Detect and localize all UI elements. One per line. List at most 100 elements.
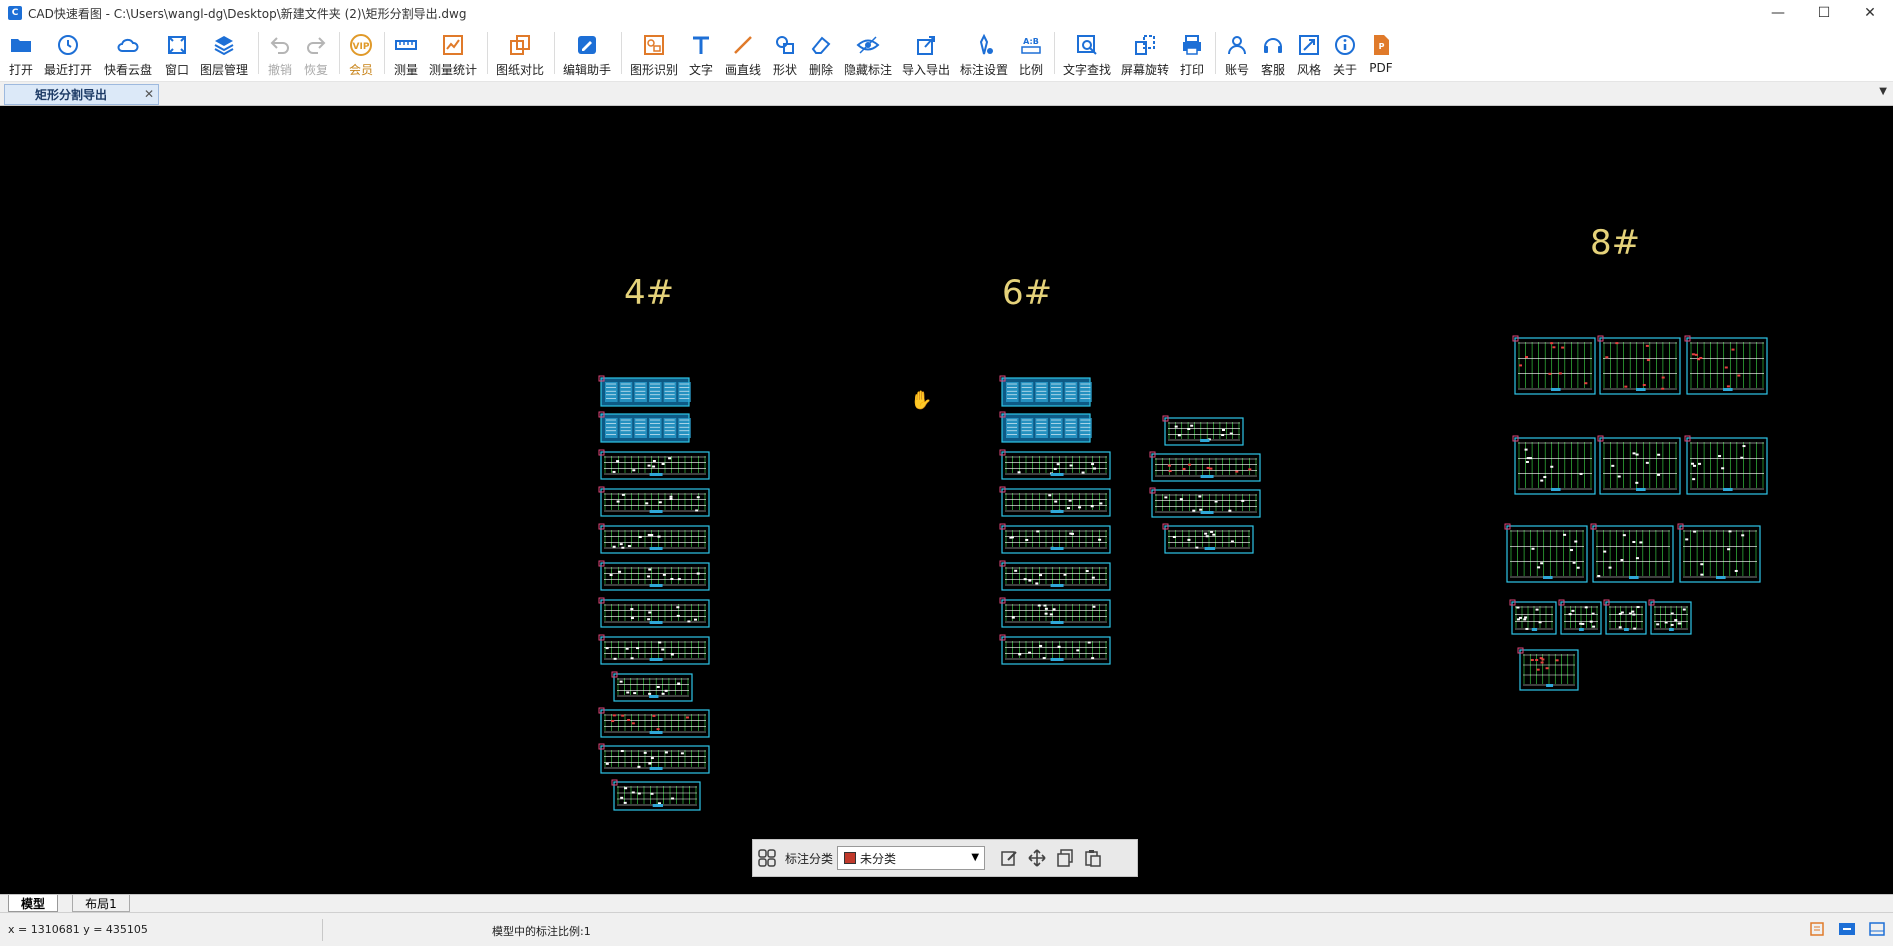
- drawing-sheet[interactable]: [1603, 599, 1647, 635]
- toolbar-annotation-settings-button[interactable]: 标注设置: [958, 26, 1010, 80]
- toolbar-cloud-button[interactable]: 快看云盘: [100, 26, 156, 80]
- drawing-sheet[interactable]: [598, 523, 710, 554]
- toolbar-stats-button[interactable]: 测量统计: [427, 26, 479, 80]
- layout-view-icon[interactable]: [1869, 921, 1885, 937]
- drawing-sheet[interactable]: [598, 411, 691, 443]
- drawing-sheet[interactable]: [1512, 335, 1596, 395]
- drawing-sheet[interactable]: [1149, 487, 1261, 518]
- drawing-sheet[interactable]: [1162, 415, 1244, 446]
- drawing-sheet[interactable]: [999, 523, 1111, 554]
- toolbar-clock-button[interactable]: 最近打开: [42, 26, 94, 80]
- toolbar-eraser-button[interactable]: 删除: [806, 26, 836, 80]
- drawing-sheet[interactable]: [1677, 523, 1761, 583]
- printer-icon: [1179, 32, 1205, 58]
- tab-model[interactable]: 模型: [8, 895, 58, 912]
- toolbar-pdf-button[interactable]: P PDF: [1366, 26, 1396, 80]
- toolbar-scale-button[interactable]: A:B 比例: [1016, 26, 1046, 80]
- minimize-button[interactable]: —: [1755, 0, 1801, 26]
- drawing-sheet[interactable]: [999, 597, 1111, 628]
- toolbar-label: 测量: [393, 63, 418, 77]
- annotation-category-select[interactable]: 未分类 ▼: [837, 846, 986, 870]
- toolbar-folder-button[interactable]: 打开: [6, 26, 36, 80]
- toolbar-style-button[interactable]: 风格: [1294, 26, 1324, 80]
- note-icon[interactable]: [1809, 921, 1825, 937]
- pdf-convert-icon[interactable]: [1839, 921, 1855, 937]
- document-tab[interactable]: 矩形分割导出 ✕: [4, 84, 159, 105]
- toolbar-eye-button[interactable]: 隐藏标注: [842, 26, 894, 80]
- drawing-sheet[interactable]: [1558, 599, 1602, 635]
- toolbar-label: 快看云盘: [103, 63, 152, 77]
- toolbar-shape-recognize-button[interactable]: 图形识别: [628, 26, 680, 80]
- toolbar-compare-button[interactable]: 图纸对比: [494, 26, 546, 80]
- drawing-sheet[interactable]: [1684, 335, 1768, 395]
- cloud-icon: [115, 32, 141, 58]
- drawing-sheet[interactable]: [1149, 451, 1261, 482]
- toolbar-printer-button[interactable]: 打印: [1177, 26, 1207, 80]
- toolbar-label: 文字: [688, 63, 713, 77]
- drawing-sheet[interactable]: [598, 597, 710, 628]
- drawing-sheet[interactable]: [1517, 647, 1579, 691]
- drawing-sheet[interactable]: [598, 743, 710, 774]
- move-icon[interactable]: [1023, 843, 1051, 873]
- toolbar-label: 最近打开: [43, 63, 92, 77]
- drawing-sheet[interactable]: [1597, 435, 1681, 495]
- toolbar-ruler-button[interactable]: 测量: [391, 26, 421, 80]
- toolbar-info-button[interactable]: 关于: [1330, 26, 1360, 80]
- grid-view-icon[interactable]: [753, 843, 781, 873]
- drawing-sheet[interactable]: [1684, 435, 1768, 495]
- category-selected-value: 未分类: [860, 851, 897, 866]
- stats-icon: [440, 32, 466, 58]
- drawing-sheet[interactable]: [999, 486, 1111, 517]
- toolbar-text-button[interactable]: 文字: [686, 26, 716, 80]
- tab-layout1[interactable]: 布局1: [72, 895, 130, 912]
- close-button[interactable]: ✕: [1847, 0, 1893, 26]
- toolbar-label: 测量统计: [428, 63, 477, 77]
- toolbar-user-button[interactable]: 账号: [1222, 26, 1252, 80]
- maximize-button[interactable]: ☐: [1801, 0, 1847, 26]
- toolbar-line-button[interactable]: 画直线: [722, 26, 764, 80]
- drawing-sheet[interactable]: [1504, 523, 1588, 583]
- tab-close-icon[interactable]: ✕: [144, 87, 154, 101]
- toolbar-text-search-button[interactable]: 文字查找: [1061, 26, 1113, 80]
- toolbar-redo-button[interactable]: 恢复: [301, 26, 331, 80]
- toolbar-rotate-button[interactable]: 屏幕旋转: [1119, 26, 1171, 80]
- toolbar-undo-button[interactable]: 撤销: [265, 26, 295, 80]
- annotation-settings-icon: [971, 32, 997, 58]
- drawing-sheet[interactable]: [1590, 523, 1674, 583]
- drawing-sheet[interactable]: [999, 560, 1111, 591]
- toolbar-label: 屏幕旋转: [1120, 63, 1169, 77]
- tab-list-dropdown-icon[interactable]: ▼: [1879, 86, 1887, 97]
- drawing-sheet[interactable]: [999, 634, 1111, 665]
- toolbar-headset-button[interactable]: 客服: [1258, 26, 1288, 80]
- toolbar-import-export-button[interactable]: 导入导出: [900, 26, 952, 80]
- category-color-swatch: [844, 852, 857, 864]
- drawing-sheet[interactable]: [598, 560, 710, 591]
- toolbar-shapes-button[interactable]: 形状: [770, 26, 800, 80]
- drawing-sheet[interactable]: [1648, 599, 1692, 635]
- copy-icon[interactable]: [1051, 843, 1079, 873]
- drawing-sheet[interactable]: [1509, 599, 1557, 635]
- drawing-canvas[interactable]: 4# 6# 8# ✋: [0, 106, 1893, 894]
- toolbar-label: 风格: [1296, 63, 1321, 77]
- toolbar-edit-assistant-button[interactable]: 编辑助手: [561, 26, 613, 80]
- drawing-sheet[interactable]: [611, 779, 701, 811]
- paste-icon[interactable]: [1079, 843, 1107, 873]
- edit-annotation-icon[interactable]: [995, 843, 1023, 873]
- drawing-sheet[interactable]: [598, 375, 691, 407]
- drawing-sheet[interactable]: [999, 411, 1092, 443]
- eye-icon: [855, 32, 881, 58]
- drawing-sheet[interactable]: [598, 449, 710, 480]
- drawing-sheet[interactable]: [598, 486, 710, 517]
- drawing-sheet[interactable]: [598, 634, 710, 665]
- drawing-sheet[interactable]: [1162, 523, 1254, 554]
- drawing-sheet[interactable]: [999, 375, 1092, 407]
- drawing-sheet[interactable]: [1597, 335, 1681, 395]
- drawing-sheet[interactable]: [611, 671, 693, 702]
- toolbar-layers-button[interactable]: 图层管理: [198, 26, 250, 80]
- drawing-sheet[interactable]: [999, 449, 1111, 480]
- drawing-sheet[interactable]: [598, 707, 710, 738]
- drawing-sheet[interactable]: [1512, 435, 1596, 495]
- toolbar-window-button[interactable]: 窗口: [162, 26, 192, 80]
- toolbar-vip-button[interactable]: VIP 会员: [346, 26, 376, 80]
- toolbar-label: 标注设置: [959, 63, 1008, 77]
